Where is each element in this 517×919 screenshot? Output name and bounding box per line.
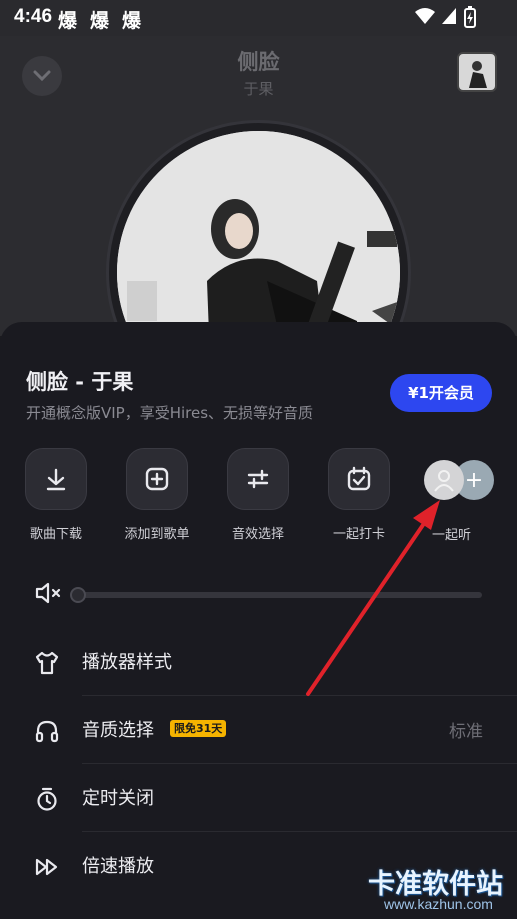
download-label: 歌曲下载 bbox=[29, 527, 82, 542]
status-bar: 4:46 爆 爆 爆 bbox=[0, 0, 517, 36]
volume-slider[interactable] bbox=[70, 592, 482, 598]
checkin-label: 一起打卡 bbox=[332, 527, 385, 542]
player-style-item[interactable]: 播放器样式 bbox=[0, 628, 517, 696]
download-button[interactable] bbox=[25, 448, 87, 510]
vip-promo-text: 开通概念版VIP，享受Hires、无损等好音质 bbox=[26, 404, 314, 422]
sheet-song-title: 侧脸 - 于果 bbox=[26, 370, 134, 394]
quality-value: 标准 bbox=[449, 722, 483, 742]
free-trial-badge: 限免31天 bbox=[170, 720, 227, 737]
vip-button[interactable]: ¥1开会员 bbox=[390, 374, 492, 412]
checkin-button[interactable] bbox=[328, 448, 390, 510]
avatar bbox=[424, 460, 464, 500]
now-playing-screen: 侧脸 于果 bbox=[0, 36, 517, 425]
listen-together-label: 一起听 bbox=[432, 528, 472, 543]
download-icon bbox=[46, 468, 66, 491]
notification-icon: 爆 bbox=[122, 10, 142, 32]
player-style-label: 播放器样式 bbox=[82, 652, 172, 673]
headphones-icon bbox=[35, 720, 59, 743]
timer-icon bbox=[37, 787, 57, 811]
album-thumbnail[interactable] bbox=[457, 52, 497, 92]
quality-select-label: 音质选择 bbox=[82, 720, 154, 741]
equalizer-icon bbox=[247, 469, 269, 489]
volume-slider-knob[interactable] bbox=[70, 587, 86, 603]
battery-icon bbox=[464, 6, 476, 28]
add-playlist-button[interactable] bbox=[126, 448, 188, 510]
notification-icon: 爆 bbox=[58, 10, 78, 32]
wifi-icon bbox=[415, 8, 435, 24]
shirt-icon bbox=[35, 651, 59, 675]
speed-icon bbox=[35, 858, 58, 876]
sleep-timer-label: 定时关闭 bbox=[82, 788, 154, 809]
playback-speed-label: 倍速播放 bbox=[82, 856, 154, 877]
watermark-url: www.kazhun.com bbox=[384, 896, 493, 912]
download-action[interactable]: 歌曲下载 bbox=[16, 448, 96, 542]
add-playlist-icon bbox=[145, 467, 169, 491]
volume-mute-icon[interactable] bbox=[34, 580, 62, 606]
song-title: 侧脸 bbox=[237, 50, 280, 74]
signal-icon bbox=[442, 8, 456, 24]
add-playlist-action[interactable]: 添加到歌单 bbox=[117, 448, 197, 542]
status-time: 4:46 bbox=[14, 6, 53, 27]
artist-name: 于果 bbox=[243, 80, 274, 98]
more-options-sheet: 侧脸 - 于果 开通概念版VIP，享受Hires、无损等好音质 ¥1开会员 歌曲… bbox=[0, 322, 517, 919]
sound-effect-action[interactable]: 音效选择 bbox=[218, 448, 298, 542]
listen-together-button[interactable]: + bbox=[424, 460, 494, 500]
sleep-timer-item[interactable]: 定时关闭 bbox=[0, 764, 517, 832]
checkin-icon bbox=[347, 466, 371, 491]
sound-effect-button[interactable] bbox=[227, 448, 289, 510]
sound-effect-label: 音效选择 bbox=[231, 527, 284, 542]
quality-select-item[interactable]: 音质选择 限免31天 标准 bbox=[0, 696, 517, 764]
user-icon bbox=[434, 470, 454, 492]
add-playlist-label: 添加到歌单 bbox=[124, 527, 190, 542]
checkin-action[interactable]: 一起打卡 bbox=[319, 448, 399, 542]
artist-photo-icon bbox=[469, 61, 487, 88]
notification-icon: 爆 bbox=[90, 10, 110, 32]
